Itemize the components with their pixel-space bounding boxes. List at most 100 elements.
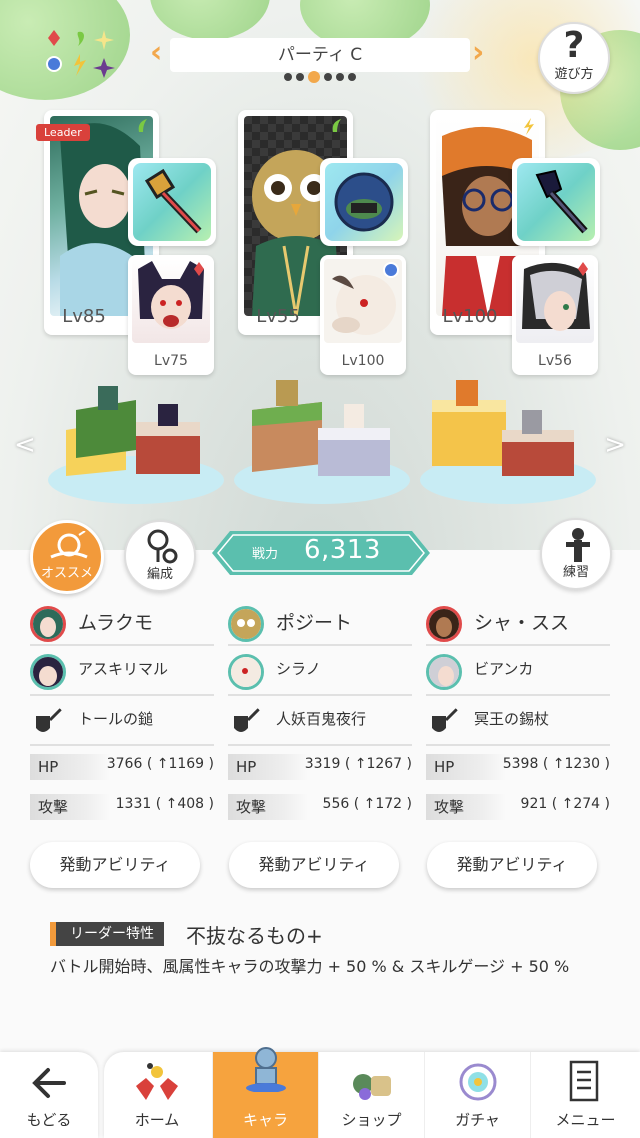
character-level: Lv100 xyxy=(442,306,498,327)
back-label: もどる xyxy=(26,1111,72,1129)
character-avatar xyxy=(426,606,462,642)
weapon-slot-1[interactable] xyxy=(128,158,216,246)
water-element-icon xyxy=(383,262,399,278)
leader-skill-name: 不抜なるもの+ xyxy=(186,924,323,948)
tab-home-label: ホーム xyxy=(134,1111,180,1129)
home-icon xyxy=(136,1063,178,1100)
platform-2 xyxy=(234,380,410,504)
support-level: Lv100 xyxy=(341,353,385,369)
tab-chara[interactable]: キャラ xyxy=(212,1047,318,1138)
weapon-slot-2[interactable] xyxy=(320,158,408,246)
party-column-2: ポジート シラノ 人妖百鬼夜行 HP 3319 ( ↑1267 ) 攻撃 556 (… xyxy=(228,600,412,826)
ability-button-3[interactable]: 発動アビリティ xyxy=(427,842,597,888)
tab-group: ホーム キャラ ショップ ガチャ メニュー xyxy=(104,1047,640,1138)
support-name: アスキリマル xyxy=(78,660,169,678)
attribute-filter-icon[interactable] xyxy=(40,26,124,78)
attack-stat: 攻撃 921 ( ↑274 ) xyxy=(426,788,610,826)
hp-label: HP xyxy=(228,754,308,780)
party-selector: ‹ パーティ C › xyxy=(150,36,490,83)
gacha-icon xyxy=(459,1063,497,1101)
character-avatar xyxy=(30,606,66,642)
scroll-left-arrow-icon[interactable]: < xyxy=(14,430,36,460)
shield-sword-icon xyxy=(234,706,262,732)
scroll-right-arrow-icon[interactable]: > xyxy=(604,430,626,460)
hp-value: 5398 ( ↑1230 ) xyxy=(502,756,610,772)
formation-label: 編成 xyxy=(146,567,173,582)
character-row[interactable]: ポジート xyxy=(228,600,412,646)
tab-gacha[interactable]: ガチャ xyxy=(424,1052,530,1138)
support-level: Lv75 xyxy=(154,353,188,369)
hp-label: HP xyxy=(30,754,110,780)
help-label: 遊び方 xyxy=(554,67,594,82)
thunder-element-icon xyxy=(524,118,534,135)
support-row[interactable]: シラノ xyxy=(228,648,412,696)
support-avatar xyxy=(228,654,264,690)
weapon-row[interactable]: 冥王の錫杖 xyxy=(426,698,610,746)
tab-shop-label: ショップ xyxy=(341,1111,402,1129)
back-button[interactable]: もどる xyxy=(0,1052,98,1138)
party-dot[interactable] xyxy=(324,72,332,81)
prev-party-button[interactable]: ‹ xyxy=(150,38,168,72)
help-button[interactable]: ? 遊び方 xyxy=(538,22,610,94)
character-row[interactable]: シャ・スス xyxy=(426,600,610,646)
attack-label: 攻撃 xyxy=(30,794,110,820)
ability-button-2[interactable]: 発動アビリティ xyxy=(229,842,399,888)
support-avatar xyxy=(30,654,66,690)
support-card-1[interactable]: Lv75 xyxy=(128,255,214,375)
support-card-2[interactable]: Lv100 xyxy=(320,255,406,375)
support-name: ビアンカ xyxy=(474,660,534,678)
party-dot[interactable] xyxy=(348,72,356,81)
support-row[interactable]: アスキリマル xyxy=(30,648,214,696)
party-dot[interactable] xyxy=(336,72,344,81)
attack-stat: 攻撃 556 ( ↑172 ) xyxy=(228,788,412,826)
recommend-button[interactable]: オススメ xyxy=(30,520,104,594)
training-dummy-icon xyxy=(566,528,590,562)
wind-element-icon xyxy=(332,119,341,132)
tab-menu[interactable]: メニュー xyxy=(530,1052,640,1138)
hammer-icon xyxy=(133,163,211,241)
party-dot[interactable] xyxy=(296,72,304,81)
hp-value: 3319 ( ↑1267 ) xyxy=(304,756,412,772)
back-arrow-icon xyxy=(32,1068,66,1098)
menu-list-icon xyxy=(569,1060,599,1102)
weapon-row[interactable]: 人妖百鬼夜行 xyxy=(228,698,412,746)
weapon-name: 冥王の錫杖 xyxy=(474,710,550,728)
practice-button[interactable]: 練習 xyxy=(540,518,612,590)
formation-gear-icon xyxy=(147,529,178,564)
question-icon: ? xyxy=(563,25,585,66)
scepter-icon xyxy=(517,163,595,241)
power-label: 戦力 xyxy=(252,547,279,562)
tab-chara-label: キャラ xyxy=(242,1111,288,1129)
tab-menu-label: メニュー xyxy=(555,1111,616,1129)
attack-stat: 攻撃 1331 ( ↑408 ) xyxy=(30,788,214,826)
tab-gacha-label: ガチャ xyxy=(455,1111,500,1129)
party-dot[interactable] xyxy=(284,72,292,81)
character-name: ポジート xyxy=(276,612,353,634)
next-party-button[interactable]: › xyxy=(472,38,490,72)
recommend-label: オススメ xyxy=(40,566,93,581)
tab-home[interactable]: ホーム xyxy=(104,1052,210,1138)
character-name: ムラクモ xyxy=(78,612,154,634)
ability-button-1[interactable]: 発動アビリティ xyxy=(30,842,200,888)
support-row[interactable]: ビアンカ xyxy=(426,648,610,696)
attack-label: 攻撃 xyxy=(426,794,506,820)
hp-label: HP xyxy=(426,754,506,780)
character-name: シャ・スス xyxy=(474,612,570,634)
bottom-nav: もどる ホーム キャラ ショップ ガチャ メニュー xyxy=(0,1047,640,1138)
attack-value: 556 ( ↑172 ) xyxy=(322,796,412,812)
demon-parade-icon xyxy=(325,163,403,241)
hp-value: 3766 ( ↑1169 ) xyxy=(106,756,214,772)
tab-shop[interactable]: ショップ xyxy=(318,1052,424,1138)
character-icon xyxy=(246,1047,286,1092)
character-row[interactable]: ムラクモ xyxy=(30,600,214,646)
support-card-3[interactable]: Lv56 xyxy=(512,255,598,375)
formation-button[interactable]: 編成 xyxy=(124,520,196,592)
weapon-slot-3[interactable] xyxy=(512,158,600,246)
weapon-row[interactable]: トールの鎚 xyxy=(30,698,214,746)
hp-stat: HP 5398 ( ↑1230 ) xyxy=(426,748,610,786)
party-dot-active[interactable] xyxy=(308,70,320,83)
attack-value: 1331 ( ↑408 ) xyxy=(115,796,214,812)
fire-element-icon xyxy=(578,262,588,276)
character-level: Lv55 xyxy=(256,306,300,327)
leader-badge: Leader xyxy=(36,124,90,141)
